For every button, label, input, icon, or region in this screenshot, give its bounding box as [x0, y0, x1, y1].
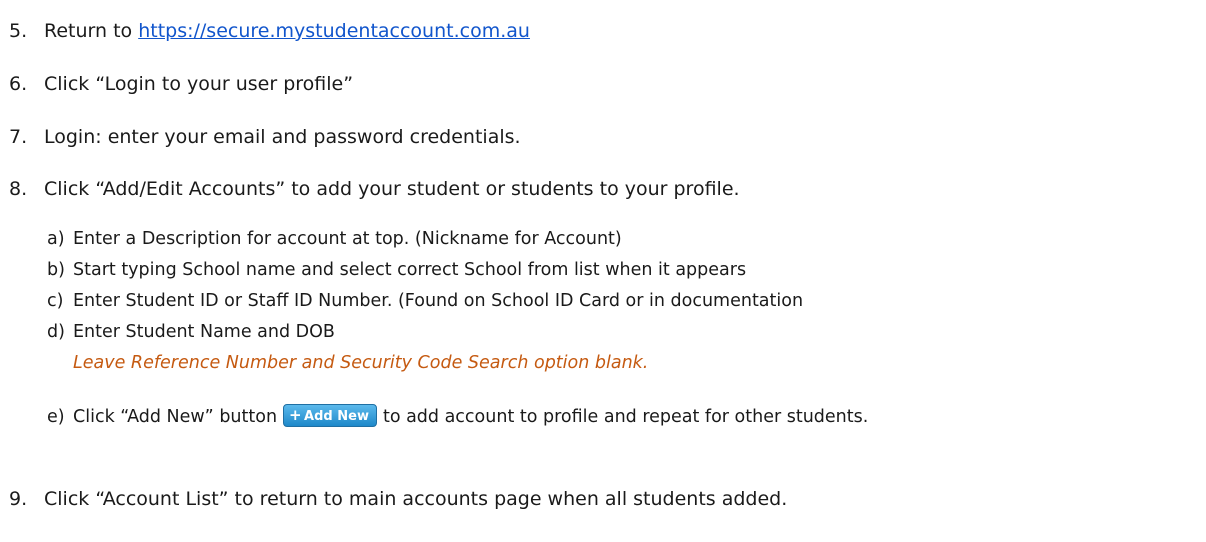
plus-icon: + [289, 405, 302, 424]
substep-text: Start typing School name and select corr… [73, 260, 747, 280]
substep-text: Enter Student ID or Staff ID Number. (Fo… [73, 291, 804, 311]
step-number: 5. [9, 20, 28, 42]
substep-letter: a) [47, 229, 65, 249]
substep-text-after: to add account to profile and repeat for… [382, 407, 869, 427]
step-text: Return to [44, 20, 139, 42]
substep-letter: c) [47, 291, 64, 311]
step-text: Click “Login to your user profile” [44, 73, 354, 95]
substep-letter: d) [47, 322, 65, 342]
add-new-button[interactable]: + Add New [283, 403, 377, 427]
substep-letter: e) [47, 407, 65, 427]
instruction-note: Leave Reference Number and Security Code… [73, 353, 649, 373]
substep-text: Click “Add New” button [73, 407, 278, 427]
note-line: Leave Reference Number and Security Code… [73, 351, 648, 375]
substep-letter: b) [47, 260, 65, 280]
substep-text: Enter a Description for account at top. … [73, 229, 622, 249]
step-text: Click “Add/Edit Accounts” to add your st… [44, 178, 740, 200]
step-text: Login: enter your email and password cre… [44, 126, 521, 148]
step-text: Click “Account List” to return to main a… [44, 488, 788, 510]
substep-text: Enter Student Name and DOB [73, 322, 335, 342]
step-number: 7. [9, 126, 28, 148]
step-number: 6. [9, 73, 28, 95]
step-number: 9. [9, 488, 28, 510]
add-new-label: Add New [304, 408, 369, 424]
website-link[interactable]: https://secure.mystudentaccount.com.au [138, 20, 530, 42]
step-number: 8. [9, 178, 28, 200]
